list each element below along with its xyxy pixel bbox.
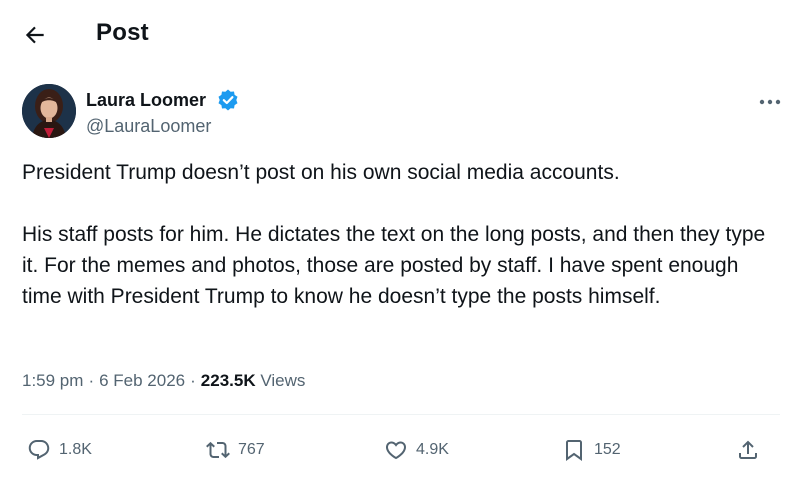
- more-horizontal-icon: [759, 99, 781, 105]
- avatar[interactable]: [22, 84, 76, 138]
- post-time[interactable]: 1:59 pm: [22, 371, 83, 390]
- author-row: Laura Loomer @LauraLoomer: [22, 84, 782, 140]
- action-bar: 1.8K 767 4.9K 152: [22, 432, 780, 468]
- divider: [22, 414, 780, 415]
- post-paragraph: President Trump doesn’t post on his own …: [22, 161, 620, 184]
- repost-button[interactable]: 767: [206, 432, 265, 468]
- page-header: Post: [0, 0, 800, 70]
- bookmark-button[interactable]: 152: [562, 432, 621, 468]
- post-date[interactable]: 6 Feb 2026: [99, 371, 185, 390]
- like-count: 4.9K: [416, 441, 449, 458]
- avatar-image: [22, 84, 76, 138]
- back-button[interactable]: [22, 22, 48, 48]
- share-button[interactable]: [736, 432, 760, 468]
- arrow-left-icon: [25, 26, 44, 44]
- repost-count: 767: [238, 441, 265, 458]
- post-text: President Trump doesn’t post on his own …: [22, 157, 772, 312]
- more-options-button[interactable]: [758, 94, 782, 105]
- post-paragraph: His staff posts for him. He dictates the…: [22, 223, 772, 308]
- reply-count: 1.8K: [59, 441, 92, 458]
- post-metadata: 1:59 pm · 6 Feb 2026 · 223.5K Views: [22, 371, 306, 390]
- verified-badge-icon: [218, 89, 238, 111]
- reply-icon: [28, 440, 50, 460]
- views-label: Views: [260, 371, 306, 390]
- bookmark-count: 152: [594, 441, 621, 458]
- author-handle[interactable]: @LauraLoomer: [86, 116, 211, 137]
- author-name[interactable]: Laura Loomer: [86, 90, 206, 111]
- like-button[interactable]: 4.9K: [384, 432, 449, 468]
- reply-button[interactable]: 1.8K: [27, 432, 92, 468]
- share-icon: [739, 440, 757, 459]
- page-title: Post: [96, 19, 149, 46]
- heart-icon: [385, 441, 407, 460]
- repost-icon: [206, 441, 230, 459]
- bookmark-icon: [566, 440, 582, 461]
- views-count: 223.5K: [200, 371, 256, 390]
